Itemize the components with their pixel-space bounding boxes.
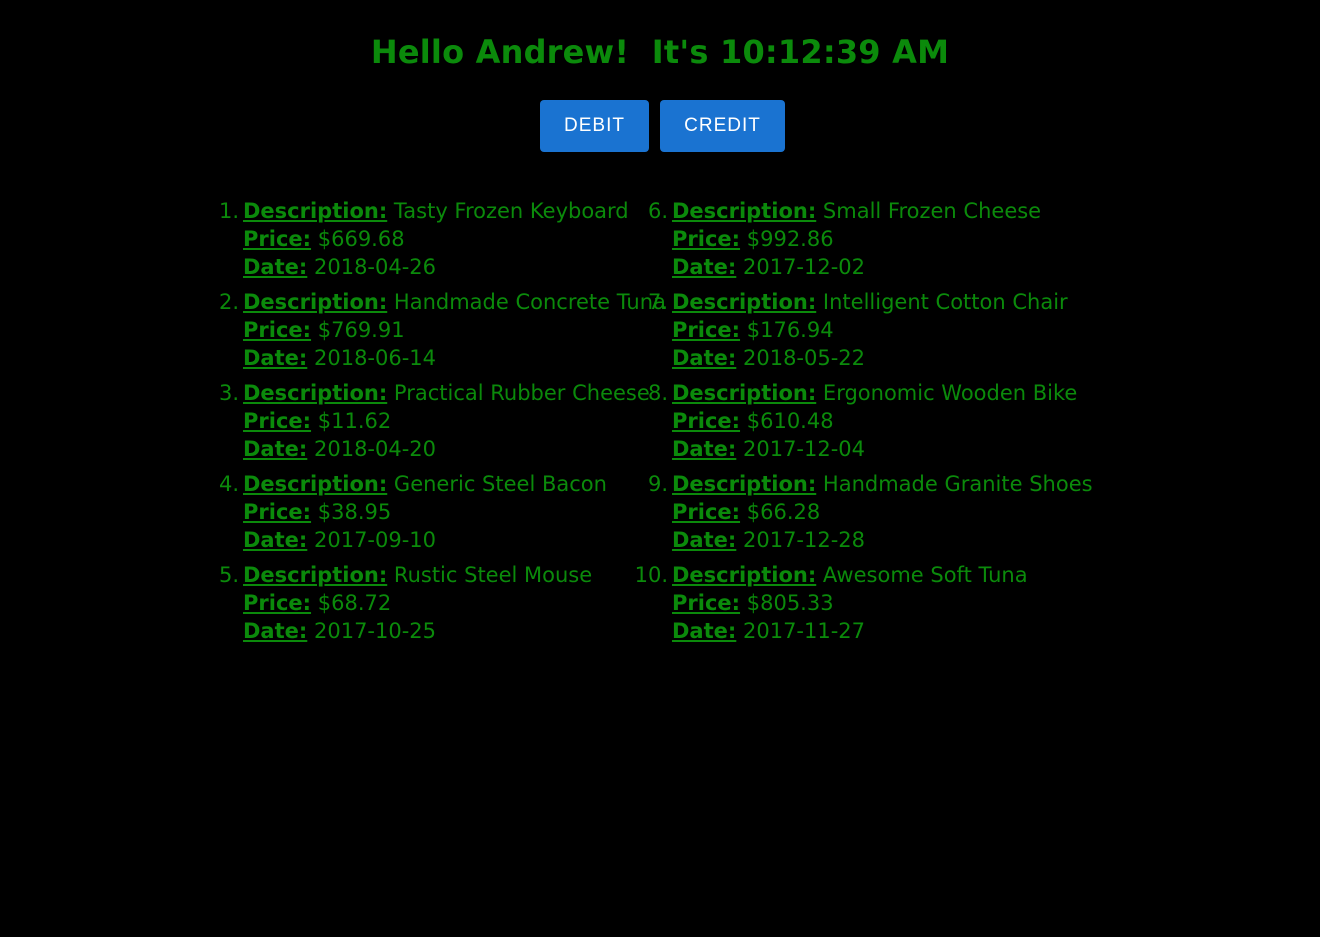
- description-value: Rustic Steel Mouse: [393, 563, 593, 587]
- price-label: Price:: [672, 591, 741, 615]
- transaction-list: 1. Description: Tasty Frozen Keyboard Pr…: [214, 197, 1093, 652]
- item-number: 5.: [218, 563, 239, 587]
- debit-button[interactable]: DEBIT: [540, 100, 649, 152]
- description-label: Description:: [243, 563, 388, 587]
- date-value: 2017-12-04: [742, 437, 866, 461]
- price-value: $610.48: [746, 409, 834, 433]
- description-value: Handmade Granite Shoes: [822, 472, 1093, 496]
- item-number: 2.: [218, 290, 239, 314]
- transaction-item: 8. Description: Ergonomic Wooden Bike Pr…: [643, 379, 1077, 463]
- date-label: Date:: [243, 619, 308, 643]
- date-label: Date:: [243, 346, 308, 370]
- price-value: $992.86: [746, 227, 834, 251]
- transaction-item: 1. Description: Tasty Frozen Keyboard Pr…: [214, 197, 643, 281]
- description-label: Description:: [243, 472, 388, 496]
- price-value: $176.94: [746, 318, 834, 342]
- price-label: Price:: [243, 409, 312, 433]
- item-number: 3.: [218, 381, 239, 405]
- transaction-item: 3. Description: Practical Rubber Cheese …: [214, 379, 650, 463]
- description-label: Description:: [672, 472, 817, 496]
- description-value: Intelligent Cotton Chair: [822, 290, 1068, 314]
- price-label: Price:: [243, 227, 312, 251]
- price-value: $669.68: [317, 227, 405, 251]
- price-label: Price:: [672, 409, 741, 433]
- date-label: Date:: [672, 346, 737, 370]
- item-number: 10.: [634, 563, 668, 587]
- date-label: Date:: [243, 528, 308, 552]
- greeting-heading: Hello Andrew! It's 10:12:39 AM: [370, 33, 950, 71]
- item-number: 4.: [218, 472, 239, 496]
- transaction-item: 4. Description: Generic Steel Bacon Pric…: [214, 470, 643, 554]
- description-label: Description:: [672, 199, 817, 223]
- price-value: $66.28: [746, 500, 821, 524]
- price-value: $68.72: [317, 591, 392, 615]
- description-value: Ergonomic Wooden Bike: [822, 381, 1078, 405]
- description-value: Tasty Frozen Keyboard: [393, 199, 629, 223]
- date-label: Date:: [672, 619, 737, 643]
- date-label: Date:: [672, 528, 737, 552]
- price-value: $38.95: [317, 500, 392, 524]
- date-value: 2017-12-02: [742, 255, 866, 279]
- date-value: 2018-05-22: [742, 346, 866, 370]
- description-value: Awesome Soft Tuna: [822, 563, 1028, 587]
- item-number: 7.: [647, 290, 668, 314]
- item-number: 6.: [647, 199, 668, 223]
- description-label: Description:: [672, 381, 817, 405]
- credit-button[interactable]: CREDIT: [660, 100, 785, 152]
- price-label: Price:: [672, 227, 741, 251]
- description-value: Generic Steel Bacon: [393, 472, 607, 496]
- date-label: Date:: [672, 437, 737, 461]
- description-value: Handmade Concrete Tuna: [393, 290, 666, 314]
- date-value: 2017-09-10: [313, 528, 437, 552]
- date-value: 2018-04-26: [313, 255, 437, 279]
- price-value: $11.62: [317, 409, 392, 433]
- date-label: Date:: [243, 437, 308, 461]
- date-value: 2018-06-14: [313, 346, 437, 370]
- date-value: 2017-12-28: [742, 528, 866, 552]
- description-label: Description:: [672, 563, 817, 587]
- transaction-item: 7. Description: Intelligent Cotton Chair…: [643, 288, 1072, 372]
- date-value: 2017-10-25: [313, 619, 437, 643]
- date-value: 2018-04-20: [313, 437, 437, 461]
- action-buttons: DEBIT CREDIT: [0, 100, 1320, 152]
- price-value: $805.33: [746, 591, 834, 615]
- price-value: $769.91: [317, 318, 405, 342]
- price-label: Price:: [672, 500, 741, 524]
- description-value: Practical Rubber Cheese: [393, 381, 650, 405]
- date-label: Date:: [672, 255, 737, 279]
- description-label: Description:: [243, 290, 388, 314]
- transaction-item: 10. Description: Awesome Soft Tuna Price…: [635, 561, 1072, 645]
- description-label: Description:: [672, 290, 817, 314]
- price-label: Price:: [243, 591, 312, 615]
- description-label: Description:: [243, 199, 388, 223]
- transaction-item: 9. Description: Handmade Granite Shoes P…: [643, 470, 1093, 554]
- transaction-item: 6. Description: Small Frozen Cheese Pric…: [643, 197, 1072, 281]
- date-value: 2017-11-27: [742, 619, 866, 643]
- description-value: Small Frozen Cheese: [822, 199, 1042, 223]
- item-number: 1.: [218, 199, 239, 223]
- transaction-item: 2. Description: Handmade Concrete Tuna P…: [214, 288, 666, 372]
- price-label: Price:: [243, 500, 312, 524]
- date-label: Date:: [243, 255, 308, 279]
- description-label: Description:: [243, 381, 388, 405]
- transaction-item: 5. Description: Rustic Steel Mouse Price…: [214, 561, 643, 645]
- price-label: Price:: [243, 318, 312, 342]
- item-number: 9.: [647, 472, 668, 496]
- item-number: 8.: [647, 381, 668, 405]
- price-label: Price:: [672, 318, 741, 342]
